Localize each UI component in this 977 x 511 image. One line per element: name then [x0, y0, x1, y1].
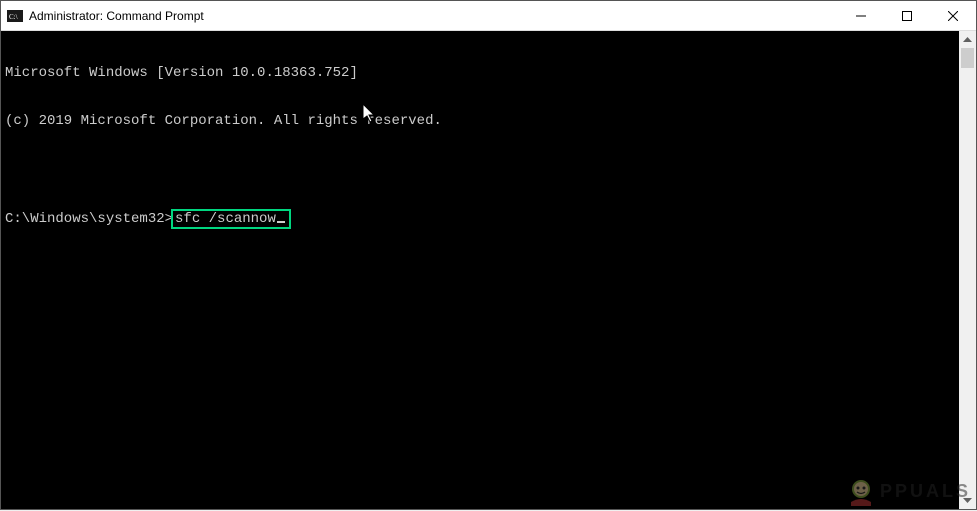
command-highlight: sfc /scannow [171, 209, 291, 229]
window-controls [838, 1, 976, 30]
text-cursor [277, 221, 285, 223]
command-text: sfc /scannow [175, 211, 276, 227]
output-blank [5, 161, 955, 177]
vertical-scrollbar[interactable] [959, 31, 976, 509]
prompt-text: C:\Windows\system32> [5, 211, 173, 227]
svg-text:C:\: C:\ [9, 13, 18, 21]
scroll-up-button[interactable] [959, 31, 976, 48]
output-line: Microsoft Windows [Version 10.0.18363.75… [5, 65, 955, 81]
titlebar-left: C:\ Administrator: Command Prompt [7, 8, 204, 24]
titlebar[interactable]: C:\ Administrator: Command Prompt [1, 1, 976, 31]
terminal-output[interactable]: Microsoft Windows [Version 10.0.18363.75… [1, 31, 959, 509]
watermark: PPUALS [846, 476, 971, 506]
maximize-button[interactable] [884, 1, 930, 30]
window-title: Administrator: Command Prompt [29, 9, 204, 23]
cmd-icon: C:\ [7, 8, 23, 24]
command-prompt-window: C:\ Administrator: Command Prompt Micros… [0, 0, 977, 510]
close-button[interactable] [930, 1, 976, 30]
watermark-logo-icon [846, 476, 876, 506]
terminal-area: Microsoft Windows [Version 10.0.18363.75… [1, 31, 976, 509]
output-line: (c) 2019 Microsoft Corporation. All righ… [5, 113, 955, 129]
watermark-text: PPUALS [880, 481, 971, 502]
scroll-thumb[interactable] [961, 48, 974, 68]
minimize-button[interactable] [838, 1, 884, 30]
prompt-line: C:\Windows\system32>sfc /scannow [5, 209, 955, 225]
